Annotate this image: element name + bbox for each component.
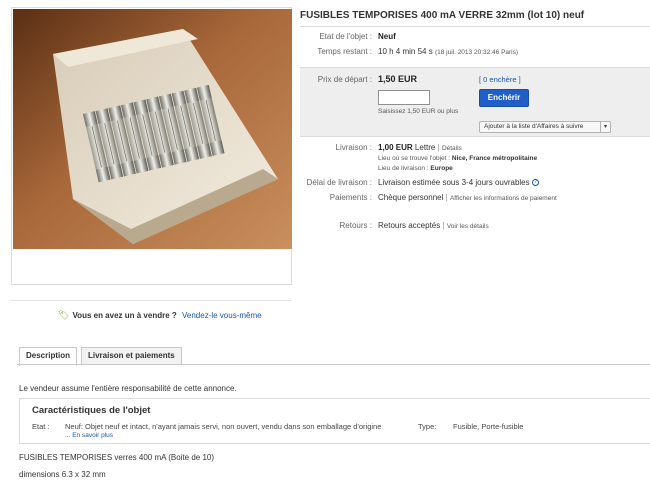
delivery-time-label: Délai de livraison : <box>306 178 372 187</box>
watchlist-label: Ajouter à la liste d'Affaires à suivre <box>484 123 584 130</box>
item-specifics-box: Caractéristiques de l'objet Etat : Neuf:… <box>19 398 650 444</box>
info-icon[interactable]: ? <box>531 179 539 187</box>
shipping-price: 1,00 EUR <box>378 143 413 152</box>
delivery-time-row: Livraison estimée sous 3-4 jours ouvrabl… <box>378 178 539 187</box>
sell-it-yourself-link[interactable]: Vendez-le vous-même <box>182 311 262 320</box>
seller-disclaimer: Le vendeur assume l'entière responsabili… <box>19 384 237 393</box>
item-location-value: Nice, France métropolitaine <box>451 155 538 162</box>
spec-condition-label: Etat : <box>32 422 50 431</box>
item-title: FUSIBLES TEMPORISES 400 mA VERRE 32mm (l… <box>300 10 585 21</box>
tab-shipping-payments[interactable]: Livraison et paiements <box>81 347 182 365</box>
condition-value: Neuf <box>378 32 396 41</box>
bid-count-link[interactable]: [ 0 enchère ] <box>479 75 521 84</box>
sell-tag-icon: 🏷 <box>58 310 70 320</box>
title-divider <box>300 26 650 27</box>
condition-label: Etat de l'objet : <box>319 32 372 41</box>
tabs-divider <box>17 364 650 365</box>
ship-to-row: Lieu de livraison : Europe <box>378 165 453 172</box>
delivery-time-value: Livraison estimée sous 3-4 jours ouvrabl… <box>378 178 530 187</box>
bid-hint: Saisissez 1,50 EUR ou plus <box>378 108 459 115</box>
bid-amount-input[interactable] <box>378 90 430 105</box>
spec-condition-value: Neuf: Objet neuf et intact, n'ayant jama… <box>65 422 382 431</box>
payments-value: Chèque personnel <box>378 193 444 202</box>
sell-divider <box>11 300 292 301</box>
sell-question: Vous en avez un à vendre ? <box>72 311 177 320</box>
shipping-details-link[interactable]: Détails <box>442 145 462 152</box>
time-left-value: 10 h 4 min 54 s <box>378 47 433 56</box>
shipping-method: Lettre <box>414 143 436 152</box>
start-price-label: Prix de départ : <box>317 75 372 84</box>
add-to-watchlist-button[interactable]: Ajouter à la liste d'Affaires à suivre ▾ <box>479 121 611 133</box>
time-left-row: 10 h 4 min 54 s (18 juil. 2013 20:32:46 … <box>378 47 518 56</box>
start-price-value: 1,50 EUR <box>378 74 418 84</box>
shipping-label: Livraison : <box>335 143 372 152</box>
ship-to-label: Lieu de livraison : <box>378 165 429 172</box>
end-date: (18 juil. 2013 20:32:46 Paris) <box>434 49 519 56</box>
chevron-down-icon[interactable]: ▾ <box>600 122 610 132</box>
time-left-label: Temps restant : <box>317 47 372 56</box>
item-specifics-title: Caractéristiques de l'objet <box>32 405 151 416</box>
ship-to-value: Europe <box>430 165 453 172</box>
returns-label: Retours : <box>339 221 372 230</box>
payments-row: Chèque personnel | Afficher les informat… <box>378 193 557 202</box>
spec-type-value: Fusible, Porte-fusible <box>453 422 524 431</box>
learn-more-link[interactable]: ... En savoir plus <box>65 432 113 439</box>
description-line-2: dimensions 6.3 x 32 mm <box>19 470 106 479</box>
product-image-frame <box>11 7 292 285</box>
returns-row: Retours acceptés | Voir les détails <box>378 221 489 230</box>
shipping-row: 1,00 EUR Lettre | Détails <box>378 143 462 152</box>
payment-info-link[interactable]: Afficher les informations de paiement <box>450 195 557 202</box>
place-bid-button[interactable]: Enchérir <box>479 89 529 107</box>
returns-details-link[interactable]: Voir les détails <box>447 223 489 230</box>
payments-label: Paiements : <box>329 193 372 202</box>
returns-value: Retours acceptés <box>378 221 441 230</box>
sell-your-own-row: 🏷 Vous en avez un à vendre ? Vendez-le vo… <box>58 310 262 321</box>
item-location-row: Lieu où se trouve l'objet : Nice, France… <box>378 155 537 162</box>
description-line-1: FUSIBLES TEMPORISES verres 400 mA (Boite… <box>19 453 215 462</box>
spec-type-label: Type: <box>418 422 437 431</box>
product-photo[interactable] <box>13 9 292 249</box>
item-location-label: Lieu où se trouve l'objet : <box>378 155 451 162</box>
